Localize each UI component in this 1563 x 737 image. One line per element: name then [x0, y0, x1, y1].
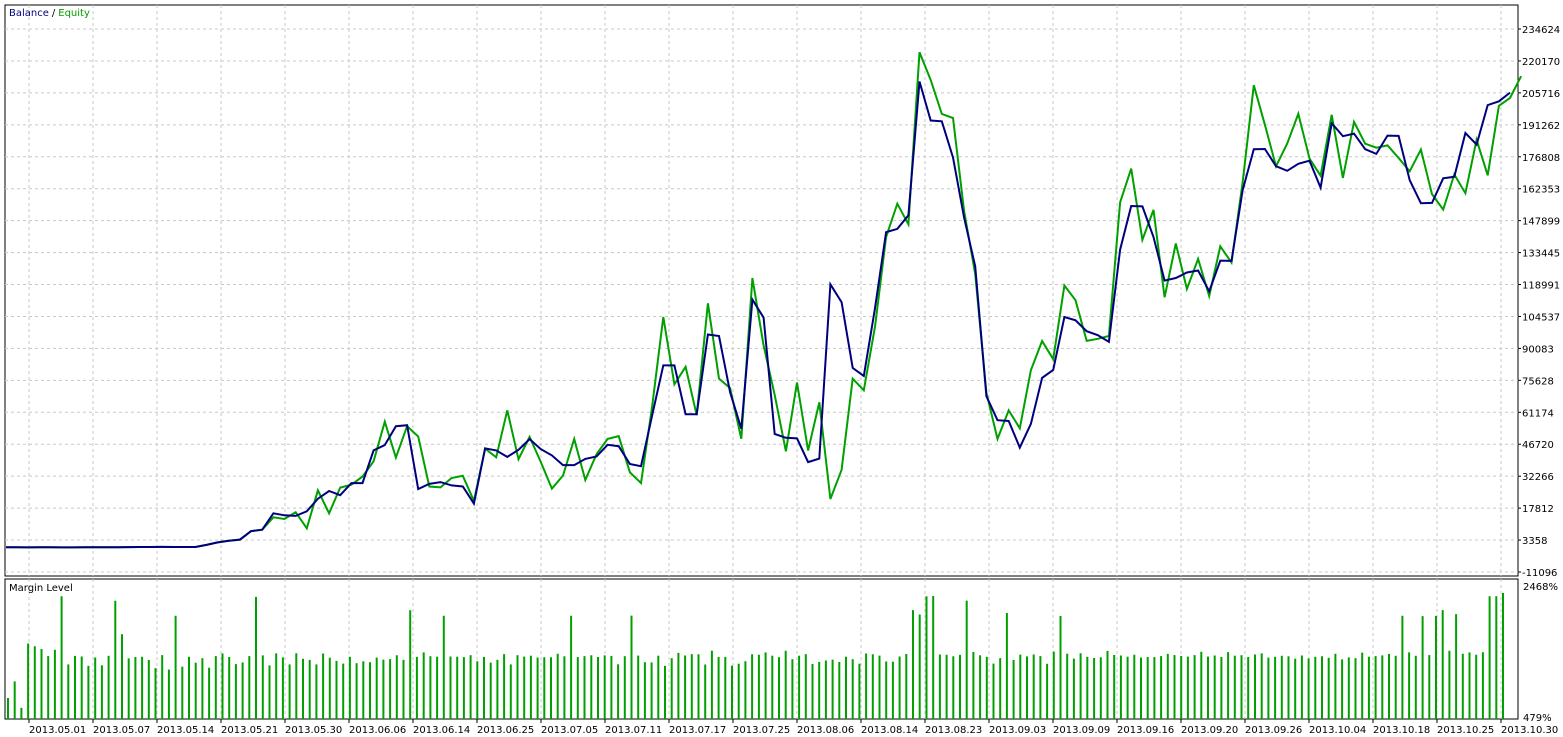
y-tick-label: -11096: [1522, 568, 1557, 579]
x-tick-label: 2013.07.11: [605, 725, 662, 736]
y-tick-label: 46720: [1522, 440, 1554, 451]
x-tick-label: 2013.05.07: [93, 725, 150, 736]
y-tick-label: 147899: [1522, 217, 1560, 228]
x-tick-label: 2013.10.18: [1373, 725, 1430, 736]
x-tick-label: 2013.05.14: [157, 725, 214, 736]
y-tick-label: 17812: [1522, 504, 1554, 515]
y-tick-label: 162353: [1522, 185, 1560, 196]
y-tick-label: 118991: [1522, 281, 1560, 292]
y-tick-label: 205716: [1522, 89, 1560, 100]
x-tick-label: 2013.10.25: [1437, 725, 1494, 736]
y-tick-label: 90083: [1522, 344, 1554, 355]
y-tick-label: 32266: [1522, 472, 1554, 483]
x-tick-label: 2013.09.16: [1117, 725, 1174, 736]
y-tick-label: 104537: [1522, 312, 1560, 323]
x-tick-label: 2013.07.25: [733, 725, 790, 736]
margin-panel-title: Margin Level: [9, 583, 73, 594]
y-tick-label: 220170: [1522, 57, 1560, 68]
x-tick-label: 2013.06.06: [349, 725, 406, 736]
y-tick-label: 191262: [1522, 121, 1560, 132]
legend-balance: Balance: [9, 8, 49, 19]
backtest-report: 234624 220170 205716 191262 176808 162353 1478…: [0, 0, 1563, 737]
x-tick-label: 2013.06.14: [413, 725, 470, 736]
y-tick-label: 75628: [1522, 376, 1554, 387]
margin-plot-frame: [4, 578, 1519, 720]
x-tick-label: 2013.10.04: [1309, 725, 1366, 736]
x-tick-label: 2013.09.09: [1053, 725, 1110, 736]
x-tick-label: 2013.05.01: [29, 725, 86, 736]
x-tick-label: 2013.08.14: [861, 725, 918, 736]
y-tick-label: 3358: [1522, 536, 1547, 547]
x-tick-label: 2013.07.17: [669, 725, 726, 736]
x-tick-label: 2013.09.20: [1181, 725, 1238, 736]
balance-equity-chart: 234624 220170 205716 191262 176808 162353 1478…: [4, 4, 1560, 579]
y-tick-label: 234624: [1522, 25, 1560, 36]
main-plot-frame: [4, 4, 1519, 577]
margin-level-chart: Margin Level 2468% 479%: [4, 578, 1558, 724]
x-tick-label: 2013.07.05: [541, 725, 598, 736]
x-tick-label: 2013.09.26: [1245, 725, 1302, 736]
x-tick-label: 2013.06.25: [477, 725, 534, 736]
margin-y-tick-min: 479%: [1523, 713, 1552, 724]
x-tick-label: 2013.05.21: [221, 725, 278, 736]
x-tick-label: 2013.09.03: [989, 725, 1046, 736]
y-tick-label: 61174: [1522, 408, 1554, 419]
legend-equity: Equity: [58, 8, 90, 19]
y-tick-label: 176808: [1522, 153, 1560, 164]
y-tick-label: 133445: [1522, 249, 1560, 260]
x-tick-label: 2013.08.06: [797, 725, 854, 736]
x-tick-label: 2013.05.30: [285, 725, 342, 736]
x-tick-label: 2013.10.30: [1501, 725, 1558, 736]
margin-y-tick-max: 2468%: [1523, 582, 1558, 593]
x-tick-label: 2013.08.23: [925, 725, 982, 736]
